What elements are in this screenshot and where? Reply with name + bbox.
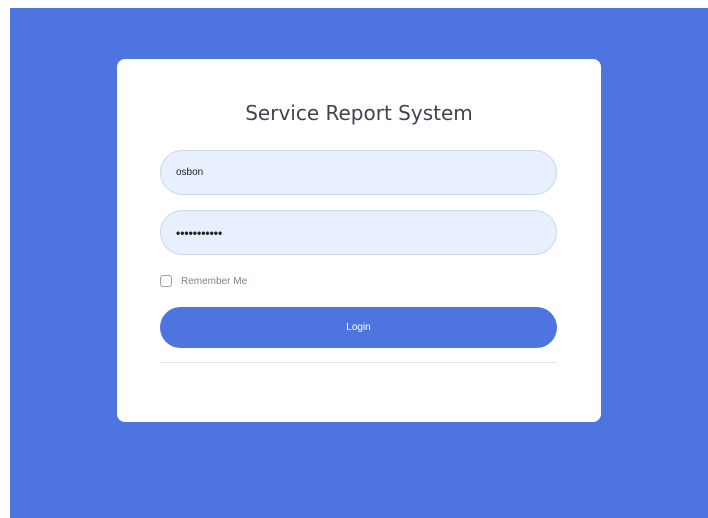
login-card: Service Report System Remember Me Login — [117, 59, 601, 422]
login-button[interactable]: Login — [160, 307, 557, 348]
password-field[interactable] — [160, 210, 557, 255]
password-input[interactable] — [176, 225, 556, 240]
remember-me[interactable]: Remember Me — [160, 273, 247, 289]
username-field[interactable] — [160, 150, 557, 195]
remember-me-label[interactable]: Remember Me — [181, 276, 247, 287]
page: Service Report System Remember Me Login — [0, 0, 708, 518]
background-panel: Service Report System Remember Me Login — [10, 8, 708, 518]
divider — [160, 362, 557, 363]
remember-me-checkbox[interactable] — [160, 275, 172, 287]
username-input[interactable] — [176, 167, 556, 178]
page-title: Service Report System — [245, 101, 473, 125]
